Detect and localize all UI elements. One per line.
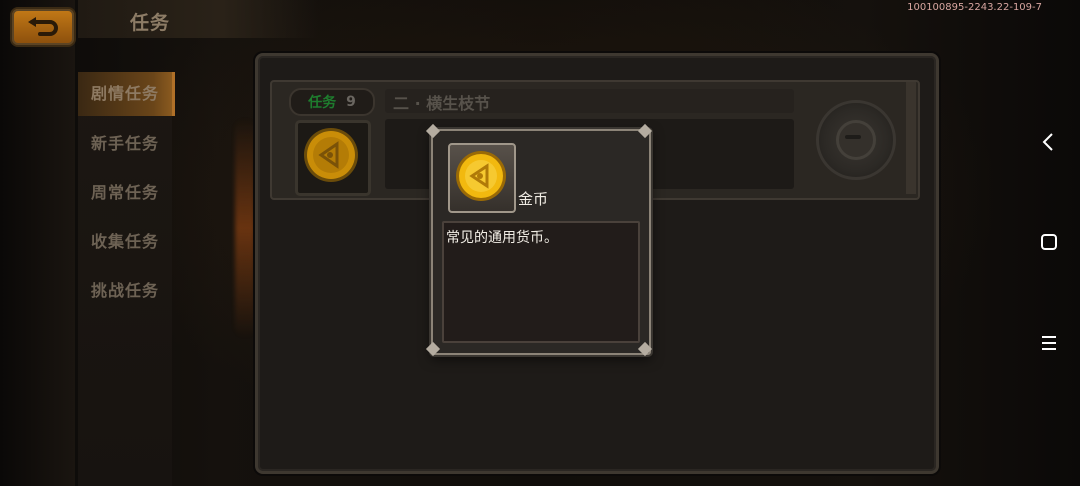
claim-dial-dash-icon xyxy=(845,135,861,139)
home-square-icon[interactable] xyxy=(1038,231,1060,253)
background-left-pillar xyxy=(0,0,75,486)
claim-dial-inner xyxy=(836,120,876,160)
header-band xyxy=(78,0,318,38)
menu-item-collection-tasks[interactable]: 收集任务 xyxy=(78,220,172,264)
task-number-tag: 任务 9 xyxy=(289,88,375,116)
task-tag-number: 9 xyxy=(346,94,356,110)
version-label: 100100895-2243.22-109-7 xyxy=(907,2,1042,13)
gold-coin-icon xyxy=(456,151,506,201)
return-arrow-icon xyxy=(28,17,58,36)
tooltip-description: 常见的通用货币。 xyxy=(446,230,558,246)
page-title: 任务 xyxy=(130,12,171,34)
menu-item-challenge-tasks[interactable]: 挑战任务 xyxy=(78,269,172,313)
task-name: 二 · 横生枝节 xyxy=(393,94,491,113)
menu-item-beginner-tasks[interactable]: 新手任务 xyxy=(78,122,172,166)
gold-coin-icon xyxy=(304,128,358,182)
back-button[interactable] xyxy=(10,7,76,47)
menu-lines-icon[interactable] xyxy=(1038,332,1060,354)
menu-item-weekly-tasks[interactable]: 周常任务 xyxy=(78,171,172,215)
tooltip-item-name: 金币 xyxy=(518,190,549,208)
back-chevron-icon[interactable] xyxy=(1038,131,1060,153)
background-glow-strip xyxy=(235,118,255,338)
menu-item-story-tasks[interactable]: 剧情任务 xyxy=(78,72,175,116)
task-category-menu: 剧情任务 新手任务 周常任务 收集任务 挑战任务 xyxy=(78,72,175,486)
task-tag-label: 任务 xyxy=(308,95,337,111)
task-card-edge xyxy=(906,82,916,194)
